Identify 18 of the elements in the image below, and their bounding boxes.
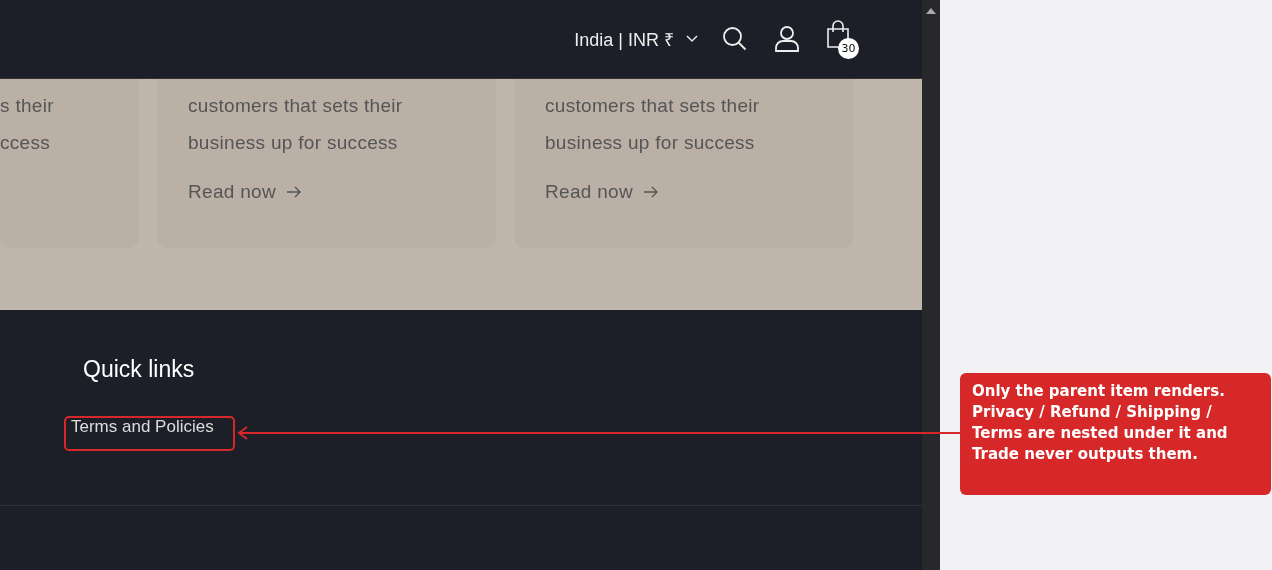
card-excerpt: customers that sets their business up for success bbox=[545, 94, 761, 155]
cart-count: 30 bbox=[838, 38, 859, 59]
read-now-link[interactable]: Read now bbox=[545, 181, 659, 203]
arrow-right-icon bbox=[642, 186, 659, 198]
arrow-right-icon bbox=[285, 186, 302, 198]
search-icon[interactable] bbox=[722, 26, 748, 52]
card-excerpt: customers that sets their business up for success bbox=[188, 94, 404, 155]
footer-heading: Quick links bbox=[83, 356, 195, 383]
card-excerpt: s their ccess bbox=[0, 94, 55, 155]
footer-link[interactable]: Terms and Policies bbox=[71, 415, 214, 439]
country-selector[interactable]: India | INR ₹ bbox=[574, 27, 698, 51]
scrollbar[interactable] bbox=[922, 0, 940, 570]
annotation-note: Only the parent item renders. Privacy / Refund / Shipping / Terms are nested under it and Trade never outputs them. bbox=[960, 373, 1271, 495]
chevron-down-icon bbox=[686, 35, 698, 43]
read-now-link[interactable]: Read now bbox=[188, 181, 302, 203]
account-icon[interactable] bbox=[774, 25, 800, 53]
scroll-up-icon[interactable] bbox=[926, 8, 936, 14]
cart-button[interactable]: 30 bbox=[826, 19, 862, 61]
